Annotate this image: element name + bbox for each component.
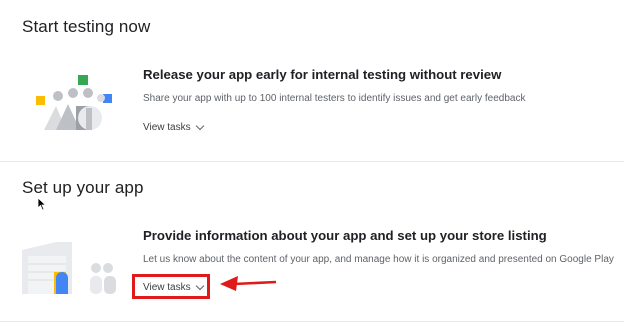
store-listing-illustration [22,242,116,294]
task-heading-store-listing: Provide information about your app and s… [143,228,547,243]
section-title-start-testing: Start testing now [22,17,151,36]
mouse-cursor-icon [37,197,47,211]
task-description-store-listing: Let us know about the content of your ap… [143,254,614,265]
task-heading-internal-testing: Release your app early for internal test… [143,67,502,82]
task-description-internal-testing: Share your app with up to 100 internal t… [143,93,526,104]
annotation-highlight-box [132,274,210,299]
view-tasks-label: View tasks [143,122,191,133]
section-divider-bottom [0,321,624,322]
chevron-down-icon [195,121,204,131]
view-tasks-button-testing[interactable]: View tasks [143,121,204,133]
section-title-set-up-app: Set up your app [22,178,144,197]
annotation-arrow-icon [220,276,277,291]
testing-illustration [36,75,112,130]
section-divider [0,161,624,162]
